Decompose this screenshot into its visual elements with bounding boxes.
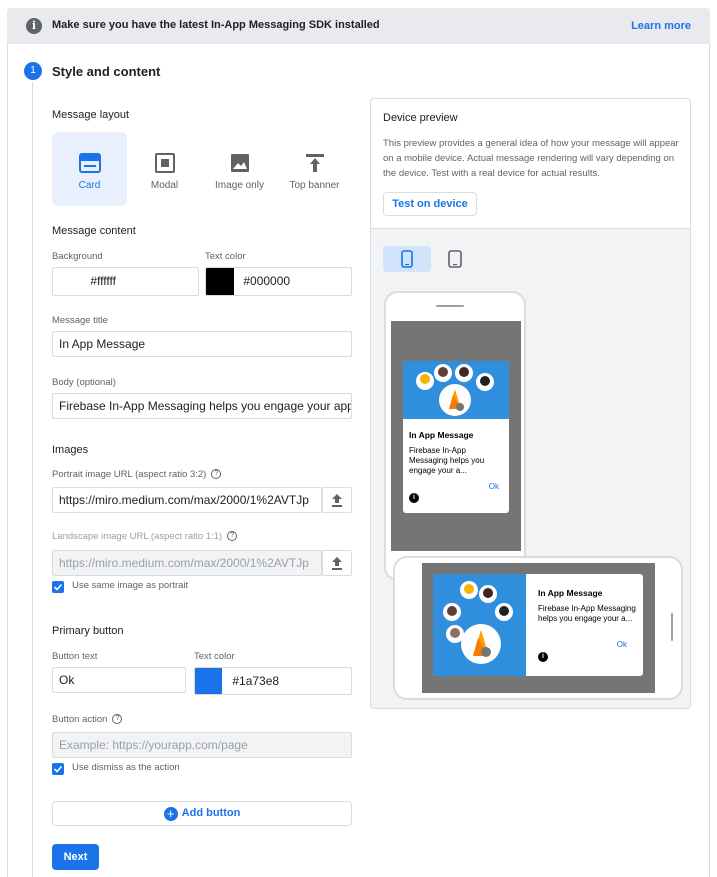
plus-icon: + <box>163 807 178 821</box>
images-label: Images <box>52 444 89 456</box>
layout-option-card[interactable]: Card <box>52 132 127 206</box>
upload-icon <box>332 557 342 570</box>
dismiss-action-label: Use dismiss as the action <box>72 762 180 773</box>
tablet-icon <box>448 250 462 268</box>
layout-option-label: Top banner <box>289 180 340 191</box>
device-preview-description: This preview provides a general idea of … <box>383 138 679 179</box>
text-color-swatch[interactable] <box>206 268 234 295</box>
card-title: In App Message <box>538 588 603 598</box>
landscape-upload-button[interactable] <box>322 550 352 576</box>
layout-option-image-only[interactable]: Image only <box>202 132 277 206</box>
step-number-badge: 1 <box>24 62 42 80</box>
button-action-input: Example: https://yourapp.com/page <box>52 732 352 758</box>
top-banner-layout-icon <box>305 154 324 172</box>
phone-toggle[interactable] <box>383 246 431 272</box>
check-icon <box>53 765 63 773</box>
phone-screen: In App Message Firebase In-App Messaging… <box>391 321 521 551</box>
portrait-image-label-text: Portrait image URL (aspect ratio 3:2) <box>52 469 207 480</box>
dismiss-icon: i <box>538 652 548 662</box>
card-body: Firebase In-App Messaging helps you enga… <box>538 604 636 623</box>
same-image-label: Use same image as portrait <box>72 580 189 591</box>
device-preview-title: Device preview <box>383 112 458 124</box>
landscape-image-url-input: https://miro.medium.com/max/2000/1%2AVTJ… <box>52 550 322 576</box>
background-label: Background <box>52 251 103 262</box>
same-image-checkbox[interactable] <box>52 581 64 593</box>
portrait-image-label: Portrait image URL (aspect ratio 3:2)? <box>52 469 222 480</box>
message-title-input[interactable]: In App Message <box>52 331 352 357</box>
banner-message: Make sure you have the latest In-App Mes… <box>52 19 380 31</box>
next-button[interactable]: Next <box>52 844 99 870</box>
layout-option-top-banner[interactable]: Top banner <box>277 132 352 206</box>
frame-border-right <box>709 44 710 877</box>
firebase-team-illustration <box>416 364 494 416</box>
add-button-label: Add button <box>181 807 241 819</box>
portrait-phone-preview: In App Message Firebase In-App Messaging… <box>384 291 526 581</box>
dismiss-action-checkbox[interactable] <box>52 763 64 775</box>
message-layout-label: Message layout <box>52 109 130 121</box>
text-color-field[interactable]: #000000 <box>205 267 352 296</box>
device-preview-panel: Device preview This preview provides a g… <box>370 98 691 709</box>
learn-more-link[interactable]: Learn more <box>631 20 691 32</box>
phone-icon <box>401 250 413 268</box>
preview-card-portrait: In App Message Firebase In-App Messaging… <box>403 361 509 513</box>
layout-option-label: Card <box>78 180 101 191</box>
message-content-label: Message content <box>52 225 136 237</box>
tablet-toggle[interactable] <box>431 246 479 272</box>
info-icon: i <box>26 18 42 34</box>
portrait-image-url-input[interactable]: https://miro.medium.com/max/2000/1%2AVTJ… <box>52 487 322 513</box>
upload-icon <box>332 494 342 507</box>
step-connector-line <box>32 82 33 877</box>
add-button[interactable]: + Add button <box>52 801 352 826</box>
button-color-label: Text color <box>194 651 235 662</box>
help-icon[interactable]: ? <box>112 714 123 725</box>
background-color-swatch[interactable] <box>53 268 81 295</box>
help-icon[interactable]: ? <box>211 469 222 480</box>
button-action-label: Button action? <box>52 714 123 725</box>
button-color-field[interactable]: #1a73e8 <box>194 667 352 695</box>
test-on-device-button[interactable]: Test on device <box>383 192 477 216</box>
button-color-swatch[interactable] <box>195 668 222 694</box>
portrait-upload-button[interactable] <box>322 487 352 513</box>
dismiss-icon: i <box>409 493 419 503</box>
text-color-value: #000000 <box>243 274 291 288</box>
text-color-label: Text color <box>205 251 246 262</box>
layout-option-label: Modal <box>150 180 179 191</box>
sdk-banner: i Make sure you have the latest In-App M… <box>7 8 710 44</box>
button-text-label: Button text <box>52 651 98 662</box>
landscape-image-label-text: Landscape image URL (aspect ratio 1:1) <box>52 531 223 542</box>
body-label: Body (optional) <box>52 377 116 388</box>
body-input[interactable]: Firebase In-App Messaging helps you enga… <box>52 393 352 419</box>
background-color-field[interactable]: #ffffff <box>52 267 199 296</box>
card-ok-button: Ok <box>616 640 627 649</box>
step-title: Style and content <box>52 64 161 79</box>
modal-layout-icon <box>154 153 175 173</box>
check-icon <box>53 583 63 591</box>
card-image <box>403 361 509 419</box>
card-body: Firebase In-App Messaging helps you enga… <box>409 446 485 475</box>
help-icon[interactable]: ? <box>227 531 238 542</box>
layout-option-label: Image only <box>215 180 264 191</box>
button-action-label-text: Button action <box>52 714 108 725</box>
card-layout-icon <box>78 153 101 173</box>
button-text-input[interactable]: Ok <box>52 667 186 693</box>
preview-card-landscape: In App Message Firebase In-App Messaging… <box>433 574 643 676</box>
phone-speaker <box>671 613 673 641</box>
background-color-value: #ffffff <box>90 274 116 288</box>
image-layout-icon <box>230 154 249 172</box>
layout-option-modal[interactable]: Modal <box>127 132 202 206</box>
frame-border-left <box>7 44 8 877</box>
message-title-label: Message title <box>52 315 108 326</box>
firebase-team-illustration <box>443 581 513 664</box>
preview-stage: In App Message Firebase In-App Messaging… <box>371 228 690 708</box>
landscape-image-label: Landscape image URL (aspect ratio 1:1)? <box>52 531 238 542</box>
landscape-phone-preview: In App Message Firebase In-App Messaging… <box>393 556 683 700</box>
phone-speaker <box>436 305 464 307</box>
button-color-value: #1a73e8 <box>232 674 280 688</box>
card-ok-button: Ok <box>488 482 499 491</box>
primary-button-label: Primary button <box>52 625 124 637</box>
card-title: In App Message <box>409 430 474 440</box>
phone-screen: In App Message Firebase In-App Messaging… <box>422 563 655 693</box>
card-image <box>433 574 526 676</box>
